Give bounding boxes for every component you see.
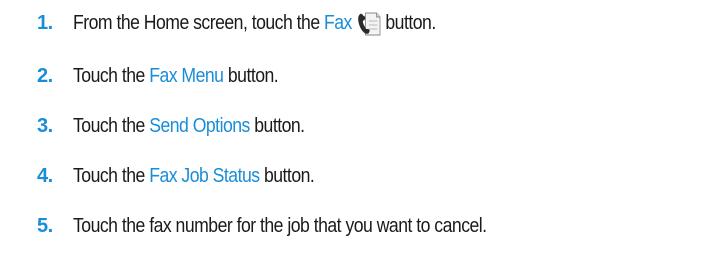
- fax-job-status-button-link[interactable]: Fax Job Status: [149, 164, 260, 188]
- step-text: Touch the fax number for the job that yo…: [73, 214, 487, 237]
- step-text: Touch the Fax Menu button.: [73, 64, 279, 88]
- fax-menu-button-link[interactable]: Fax Menu: [149, 64, 224, 88]
- send-options-button-link[interactable]: Send Options: [149, 114, 250, 138]
- step-text-before: Touch the: [73, 164, 145, 187]
- fax-button-link[interactable]: Fax: [324, 11, 352, 35]
- step-text-before: From the Home screen, touch the: [73, 11, 320, 34]
- step-number: 5.: [37, 214, 53, 237]
- step-text-after: button.: [227, 64, 279, 87]
- step-text-before: Touch the: [73, 114, 145, 137]
- step-5: 5. Touch the fax number for the job that…: [0, 206, 701, 246]
- step-2: 2. Touch the Fax Menu button.: [0, 56, 701, 96]
- step-number: 3.: [37, 114, 53, 137]
- procedure-steps: 1. From the Home screen, touch the Fax b…: [0, 0, 701, 271]
- step-text-after: button.: [385, 11, 436, 34]
- step-1: 1. From the Home screen, touch the Fax b…: [0, 3, 701, 43]
- step-text: From the Home screen, touch the Fax butt…: [73, 8, 436, 38]
- step-number: 1.: [37, 11, 53, 34]
- step-text-after: button.: [263, 164, 315, 187]
- step-text-before: Touch the: [73, 64, 145, 87]
- step-text: Touch the Send Options button.: [73, 114, 305, 138]
- step-text: Touch the Fax Job Status button.: [73, 164, 315, 188]
- step-4: 4. Touch the Fax Job Status button.: [0, 156, 701, 196]
- step-number: 4.: [37, 164, 53, 187]
- fax-phone-icon: [358, 12, 381, 36]
- step-3: 3. Touch the Send Options button.: [0, 106, 701, 146]
- step-number: 2.: [37, 64, 53, 87]
- step-text-after: button.: [254, 114, 305, 137]
